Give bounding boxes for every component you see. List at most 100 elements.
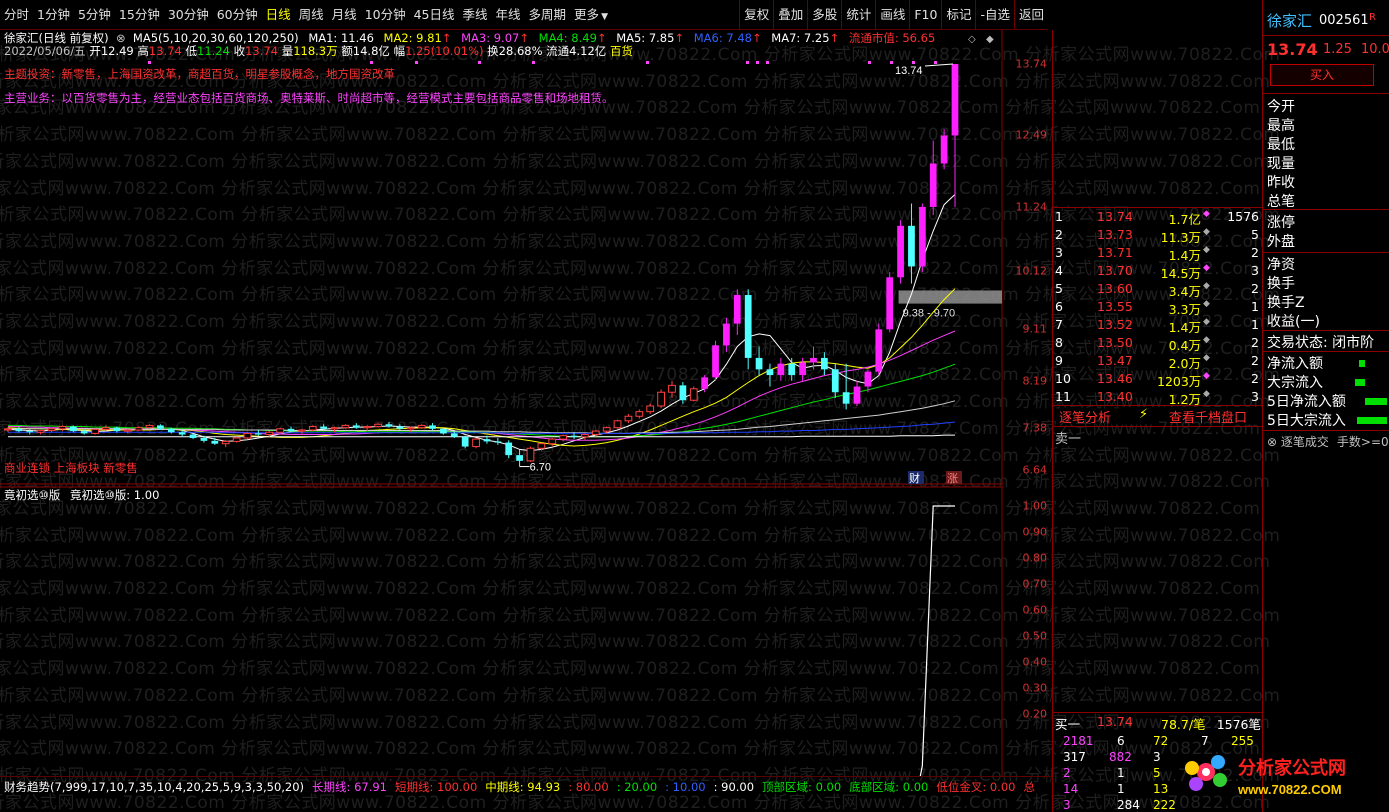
orderbook-row[interactable]: 10 13.46 1203万 ◆ 2 <box>1053 371 1263 389</box>
candle[interactable] <box>613 419 622 429</box>
candle[interactable] <box>581 433 589 441</box>
diamond-icon[interactable]: ◇ <box>968 34 976 45</box>
candle[interactable] <box>243 432 252 440</box>
orderbook-row[interactable]: 5 13.60 3.4万 ◆ 2 <box>1053 281 1263 299</box>
candle[interactable] <box>657 389 665 409</box>
candle[interactable] <box>853 380 861 406</box>
candle[interactable] <box>733 289 741 336</box>
indicator-chart[interactable] <box>0 486 1003 776</box>
period-tab-6[interactable]: 日线 <box>262 0 295 30</box>
orderbook-row[interactable]: 1 13.74 1.7亿 ◆ 1576 <box>1053 209 1263 227</box>
candle[interactable] <box>102 425 110 431</box>
candle[interactable] <box>341 424 350 429</box>
candle[interactable] <box>505 440 513 458</box>
candle[interactable] <box>940 129 948 170</box>
candle[interactable] <box>668 380 676 398</box>
toolbar-button-2[interactable]: 多股 <box>807 0 841 30</box>
toolbar-button-4[interactable]: 画线 <box>875 0 909 30</box>
candle[interactable] <box>276 427 285 434</box>
candle[interactable] <box>712 340 719 381</box>
period-tab-1[interactable]: 1分钟 <box>33 0 74 30</box>
candle[interactable] <box>766 363 774 387</box>
toolbar-button-1[interactable]: 叠加 <box>773 0 807 30</box>
candle[interactable] <box>723 317 730 353</box>
candle[interactable] <box>908 203 915 284</box>
candle[interactable] <box>689 386 698 402</box>
orderbook-row[interactable]: 8 13.50 0.4万 ◆ 2 <box>1053 335 1263 353</box>
orderbook-row[interactable]: 3 13.71 1.4万 ◆ 2 <box>1053 245 1263 263</box>
collapse-icon[interactable]: ⊗ <box>1267 435 1281 449</box>
period-tab-7[interactable]: 周线 <box>295 0 328 30</box>
period-tab-5[interactable]: 60分钟 <box>213 0 262 30</box>
candle[interactable] <box>897 220 904 284</box>
candle[interactable] <box>929 140 937 215</box>
pin-icon[interactable]: ◆ <box>986 34 994 45</box>
candle[interactable] <box>352 423 360 429</box>
period-tab-10[interactable]: 45日线 <box>410 0 459 30</box>
period-tab-9[interactable]: 10分钟 <box>361 0 410 30</box>
candle[interactable] <box>221 440 230 448</box>
orderbook-row[interactable]: 2 13.73 11.3万 ◆ 5 <box>1053 227 1263 245</box>
orderbook-row[interactable]: 9 13.47 2.0万 ◆ 2 <box>1053 353 1263 371</box>
candle[interactable] <box>47 427 56 433</box>
orderbook-row[interactable]: 4 13.70 14.5万 ◆ 3 <box>1053 263 1263 281</box>
buy-button[interactable]: 买入 <box>1270 64 1374 86</box>
candle[interactable] <box>36 429 45 435</box>
candle[interactable] <box>918 203 926 273</box>
candle[interactable] <box>799 357 806 381</box>
tab-depth-view[interactable]: 查看千档盘口 <box>1169 407 1247 426</box>
buy1-row[interactable]: 买一 13.74 78.7/笔 1576笔 <box>1053 714 1263 732</box>
candle[interactable] <box>232 436 241 443</box>
toolbar-button-8[interactable]: 返回 <box>1013 0 1048 30</box>
candle[interactable] <box>516 449 523 467</box>
period-tab-14[interactable]: 更多 ▼ <box>570 0 612 30</box>
toolbar-button-6[interactable]: 标记 <box>941 0 975 30</box>
candle[interactable] <box>4 427 12 433</box>
candle[interactable] <box>951 64 959 207</box>
toolbar-button-7[interactable]: -自选 <box>975 0 1014 30</box>
candle[interactable] <box>374 423 382 428</box>
finance-tag-icon[interactable]: 财 <box>908 471 924 485</box>
candle[interactable] <box>875 323 883 376</box>
candle[interactable] <box>635 409 644 419</box>
candle[interactable] <box>91 428 99 435</box>
candle[interactable] <box>134 426 143 432</box>
candle[interactable] <box>788 357 796 381</box>
period-tab-11[interactable]: 季线 <box>459 0 492 30</box>
candle[interactable] <box>15 426 23 433</box>
candle[interactable] <box>559 434 568 442</box>
candle[interactable] <box>821 352 828 376</box>
candle[interactable] <box>886 272 894 333</box>
period-tab-0[interactable]: 分时 <box>0 0 33 30</box>
candle[interactable] <box>417 424 426 429</box>
orderbook-row[interactable]: 7 13.52 1.4万 ◆ 1 <box>1053 317 1263 335</box>
toolbar-button-5[interactable]: F10 <box>909 0 941 30</box>
period-tab-2[interactable]: 5分钟 <box>74 0 115 30</box>
candle[interactable] <box>385 421 393 428</box>
tab-tick-analysis[interactable]: 逐笔分析 <box>1059 407 1111 426</box>
period-tab-8[interactable]: 月线 <box>328 0 361 30</box>
period-tab-13[interactable]: 多周期 <box>525 0 571 30</box>
candle[interactable] <box>679 381 687 404</box>
candle[interactable] <box>744 289 752 370</box>
candle[interactable] <box>624 413 633 424</box>
candle[interactable] <box>472 437 480 449</box>
trades-filter[interactable]: 手数>=0 <box>1337 435 1389 449</box>
candle[interactable] <box>831 363 839 398</box>
bottom-params[interactable]: 财务趋势(7,999,17,10,7,35,10,4,20,25,5,9,3,3… <box>4 779 304 795</box>
candle[interactable] <box>308 425 317 432</box>
toolbar-button-3[interactable]: 统计 <box>841 0 875 30</box>
limit-up-tag-icon[interactable]: 涨 <box>946 471 962 485</box>
toolbar-button-0[interactable]: 复权 <box>739 0 773 30</box>
trades-header[interactable]: ⊗ 逐笔成交 手数>=0 <box>1267 433 1389 450</box>
candle[interactable] <box>526 446 535 462</box>
period-tab-12[interactable]: 年线 <box>492 0 525 30</box>
period-tab-3[interactable]: 15分钟 <box>115 0 164 30</box>
candle[interactable] <box>145 424 154 429</box>
period-tab-4[interactable]: 30分钟 <box>164 0 213 30</box>
orderbook-row[interactable]: 6 13.55 3.3万 ◆ 1 <box>1053 299 1263 317</box>
candle[interactable] <box>461 435 469 449</box>
candle[interactable] <box>429 423 436 430</box>
candle[interactable] <box>58 425 67 432</box>
candle[interactable] <box>777 357 785 381</box>
